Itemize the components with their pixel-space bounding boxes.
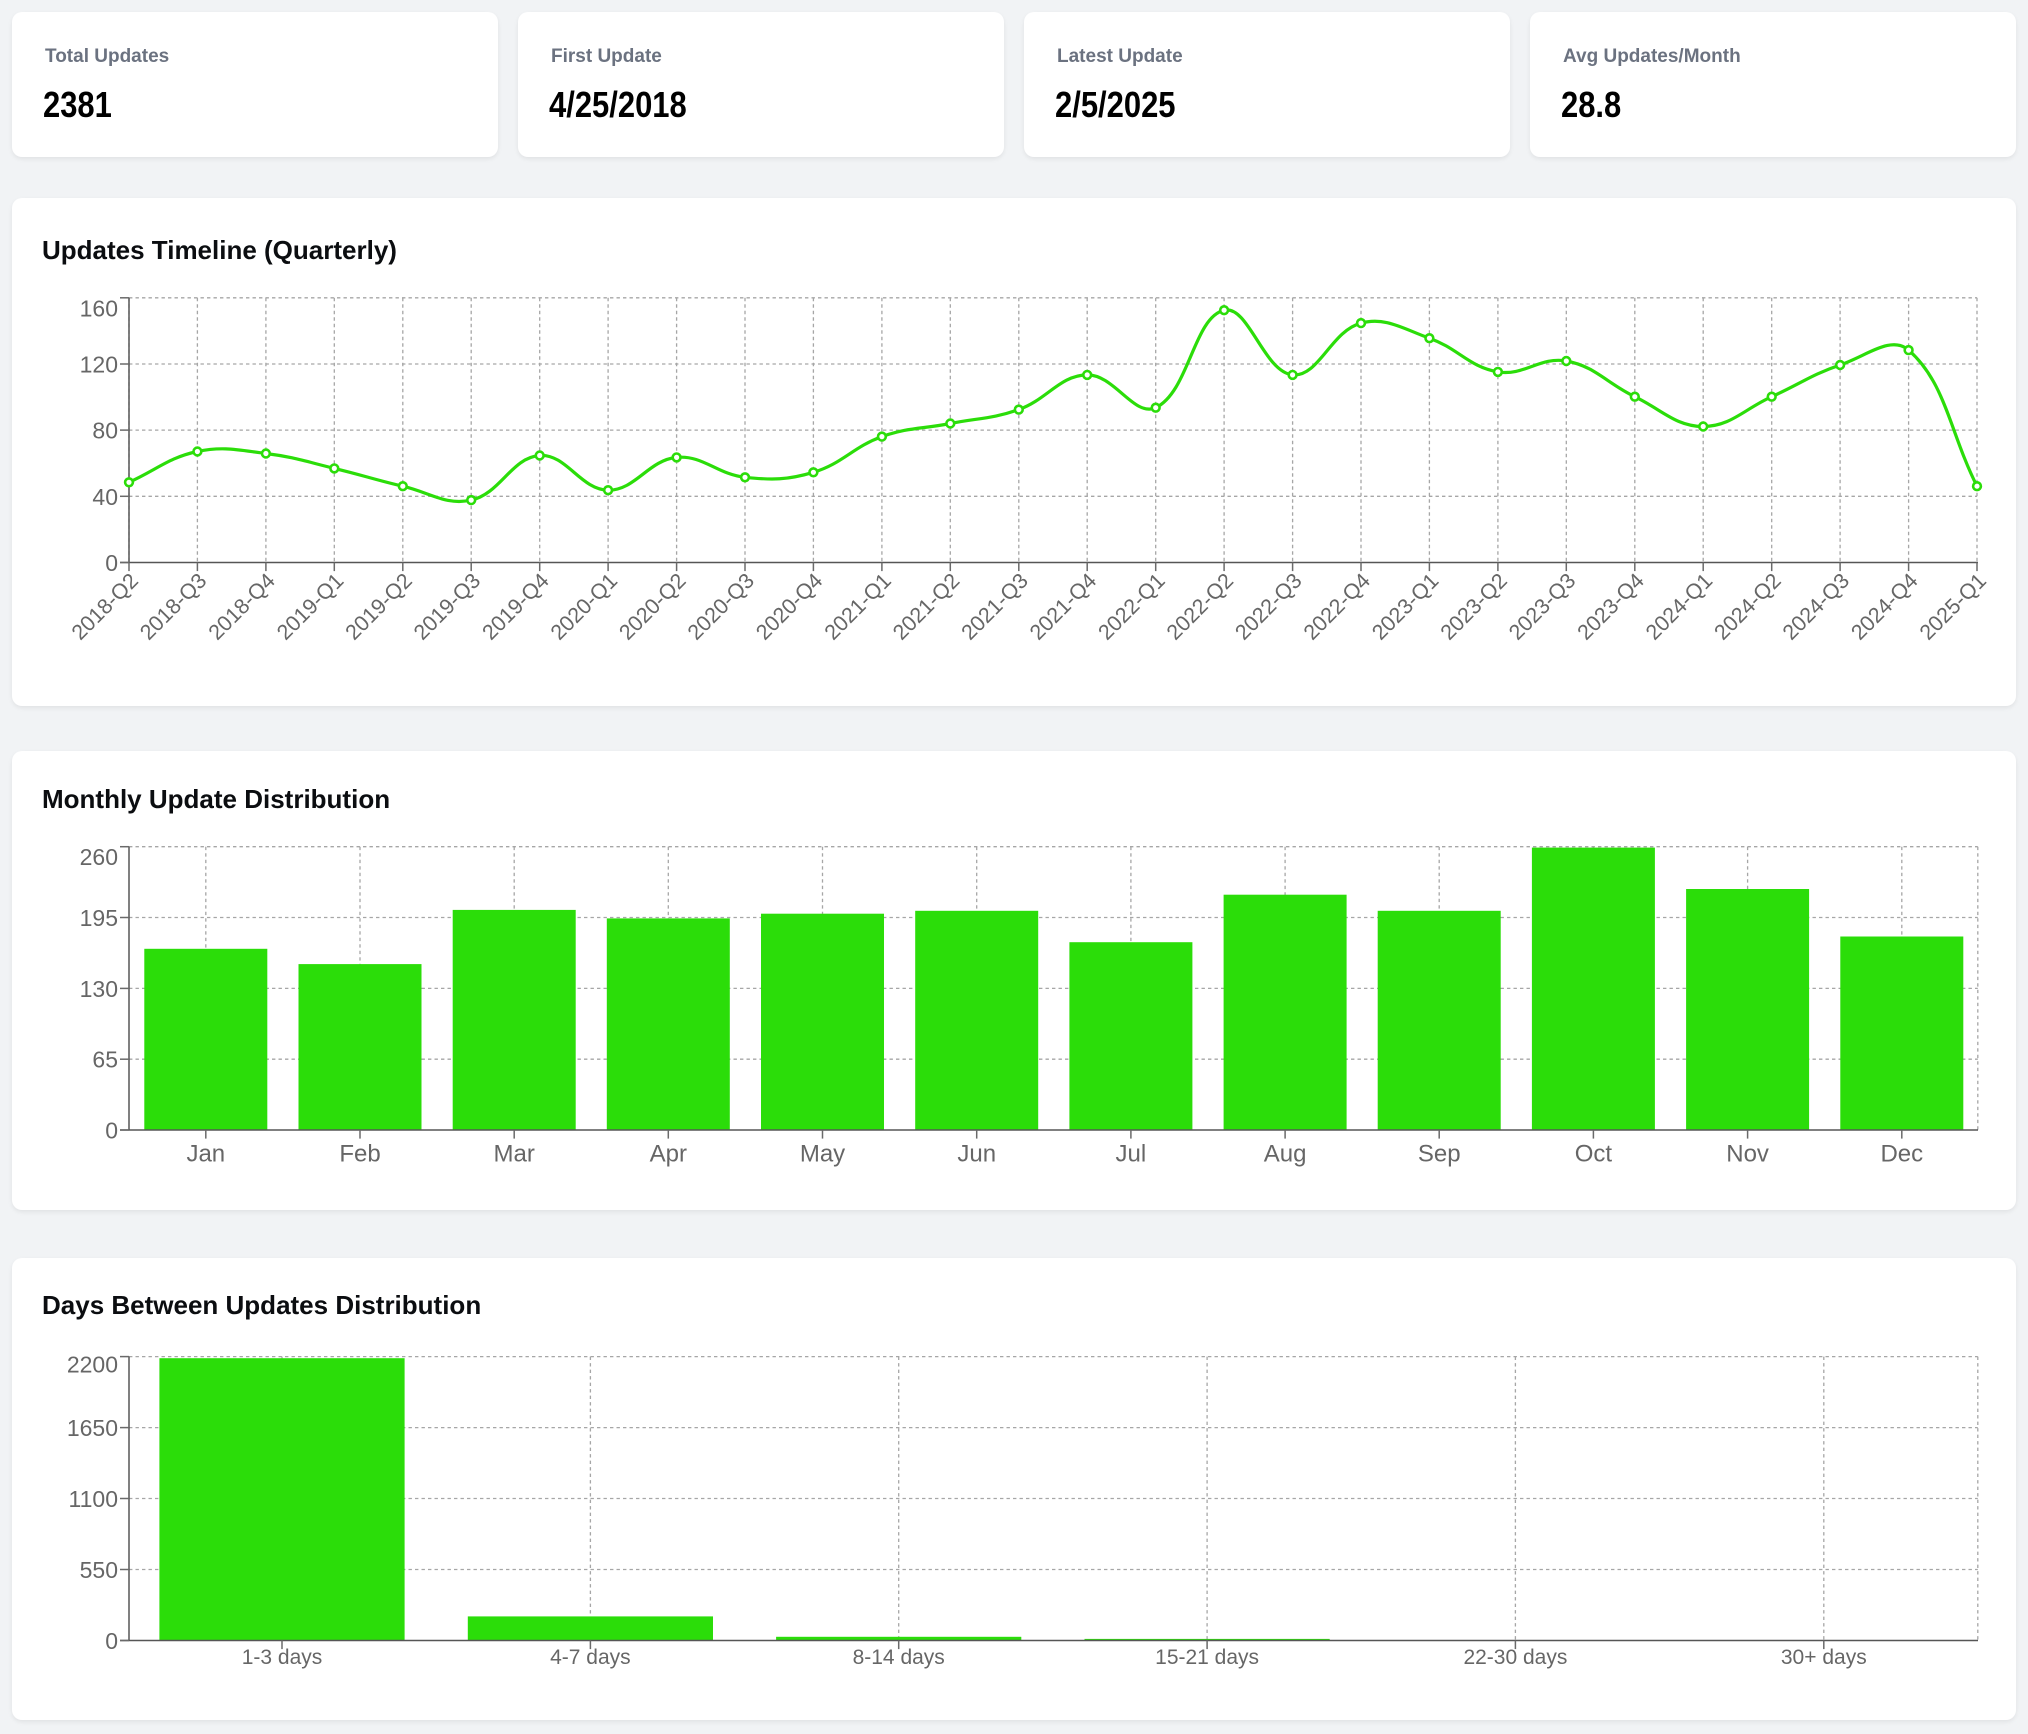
svg-text:0: 0 — [105, 1118, 118, 1144]
svg-text:Aug: Aug — [1264, 1141, 1307, 1168]
svg-text:130: 130 — [80, 976, 118, 1002]
svg-text:8-14 days: 8-14 days — [853, 1646, 945, 1669]
svg-text:2019-Q3: 2019-Q3 — [409, 569, 485, 645]
svg-text:0: 0 — [105, 1628, 118, 1654]
svg-text:80: 80 — [92, 418, 118, 444]
svg-text:Sep: Sep — [1418, 1141, 1461, 1168]
svg-text:160: 160 — [80, 295, 118, 321]
svg-text:65: 65 — [92, 1047, 118, 1073]
svg-text:2019-Q4: 2019-Q4 — [478, 569, 554, 645]
svg-text:May: May — [800, 1141, 845, 1168]
svg-text:2022-Q3: 2022-Q3 — [1231, 569, 1307, 645]
svg-text:Jan: Jan — [186, 1141, 225, 1168]
svg-text:Mar: Mar — [494, 1141, 535, 1168]
svg-text:2021-Q2: 2021-Q2 — [888, 569, 964, 645]
svg-text:Jul: Jul — [1116, 1141, 1147, 1168]
svg-text:2023-Q1: 2023-Q1 — [1367, 569, 1443, 645]
svg-text:195: 195 — [80, 905, 118, 931]
svg-text:15-21 days: 15-21 days — [1155, 1646, 1259, 1669]
svg-text:1100: 1100 — [69, 1486, 118, 1512]
svg-text:2018-Q3: 2018-Q3 — [135, 569, 211, 645]
svg-text:Oct: Oct — [1575, 1141, 1613, 1168]
svg-text:2025-Q1: 2025-Q1 — [1915, 569, 1991, 645]
svg-text:260: 260 — [80, 844, 118, 870]
svg-text:22-30 days: 22-30 days — [1463, 1646, 1567, 1669]
svg-text:Feb: Feb — [339, 1141, 380, 1168]
svg-text:2024-Q4: 2024-Q4 — [1847, 569, 1923, 645]
svg-text:30+ days: 30+ days — [1781, 1646, 1867, 1669]
svg-text:2021-Q1: 2021-Q1 — [820, 569, 896, 645]
svg-text:2023-Q2: 2023-Q2 — [1436, 569, 1512, 645]
svg-text:2023-Q4: 2023-Q4 — [1573, 569, 1649, 645]
svg-text:2021-Q3: 2021-Q3 — [957, 569, 1033, 645]
svg-text:1-3 days: 1-3 days — [242, 1646, 323, 1669]
svg-text:2024-Q3: 2024-Q3 — [1778, 569, 1854, 645]
svg-text:2022-Q4: 2022-Q4 — [1299, 569, 1375, 645]
svg-text:4-7 days: 4-7 days — [550, 1646, 631, 1669]
svg-text:2019-Q1: 2019-Q1 — [272, 569, 348, 645]
svg-text:2020-Q3: 2020-Q3 — [683, 569, 759, 645]
svg-text:Dec: Dec — [1880, 1141, 1923, 1168]
svg-text:2022-Q2: 2022-Q2 — [1162, 569, 1238, 645]
svg-text:2018-Q4: 2018-Q4 — [204, 569, 280, 645]
svg-text:2020-Q2: 2020-Q2 — [615, 569, 691, 645]
svg-text:2200: 2200 — [67, 1352, 118, 1378]
svg-text:2024-Q1: 2024-Q1 — [1641, 569, 1717, 645]
svg-text:2018-Q2: 2018-Q2 — [67, 569, 143, 645]
svg-text:2022-Q1: 2022-Q1 — [1094, 569, 1170, 645]
svg-text:2023-Q3: 2023-Q3 — [1504, 569, 1580, 645]
svg-text:2020-Q4: 2020-Q4 — [751, 569, 827, 645]
svg-text:Jun: Jun — [957, 1141, 996, 1168]
svg-text:2019-Q2: 2019-Q2 — [341, 569, 417, 645]
svg-text:40: 40 — [92, 484, 118, 510]
svg-text:2021-Q4: 2021-Q4 — [1025, 569, 1101, 645]
svg-text:2020-Q1: 2020-Q1 — [546, 569, 622, 645]
svg-text:1650: 1650 — [67, 1415, 118, 1441]
svg-text:Nov: Nov — [1726, 1141, 1769, 1168]
svg-text:Apr: Apr — [650, 1141, 687, 1168]
svg-text:120: 120 — [80, 352, 118, 378]
svg-text:0: 0 — [105, 550, 118, 576]
svg-text:550: 550 — [80, 1557, 118, 1583]
svg-text:2024-Q2: 2024-Q2 — [1710, 569, 1786, 645]
